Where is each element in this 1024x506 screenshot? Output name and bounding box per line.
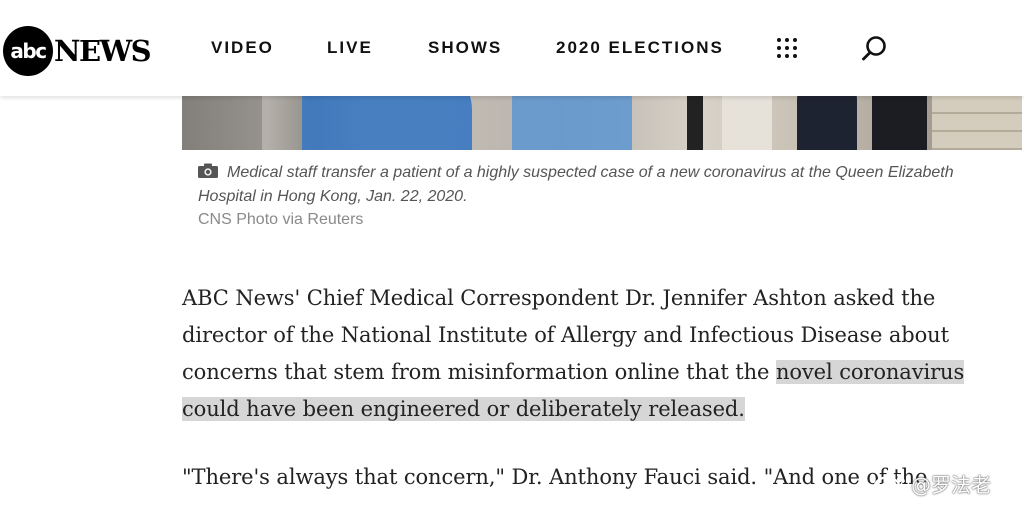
weibo-watermark: @罗法老 (873, 468, 991, 498)
search-icon[interactable] (860, 34, 890, 64)
article-paragraph-1: ABC News' Chief Medical Correspondent Dr… (182, 280, 1022, 428)
nav-shows[interactable]: SHOWS (428, 38, 502, 58)
caption-text: Medical staff transfer a patient of a hi… (198, 164, 954, 205)
watermark-text: @罗法老 (911, 472, 991, 497)
site-header: abc NEWS VIDEO LIVE SHOWS 2020 ELECTIONS (0, 0, 1024, 96)
nav-2020-elections[interactable]: 2020 ELECTIONS (556, 38, 724, 58)
grid-dots-icon[interactable] (777, 38, 801, 62)
abc-news-logo[interactable]: abc NEWS (3, 26, 152, 76)
nav-video[interactable]: VIDEO (211, 38, 274, 58)
nav-live[interactable]: LIVE (327, 38, 373, 58)
photo-caption: Medical staff transfer a patient of a hi… (198, 161, 1008, 209)
logo-mark: abc (3, 26, 53, 76)
logo-wordmark: NEWS (54, 34, 152, 68)
weibo-icon (873, 474, 905, 496)
photo-credit: CNS Photo via Reuters (198, 211, 364, 228)
camera-icon (198, 163, 218, 178)
